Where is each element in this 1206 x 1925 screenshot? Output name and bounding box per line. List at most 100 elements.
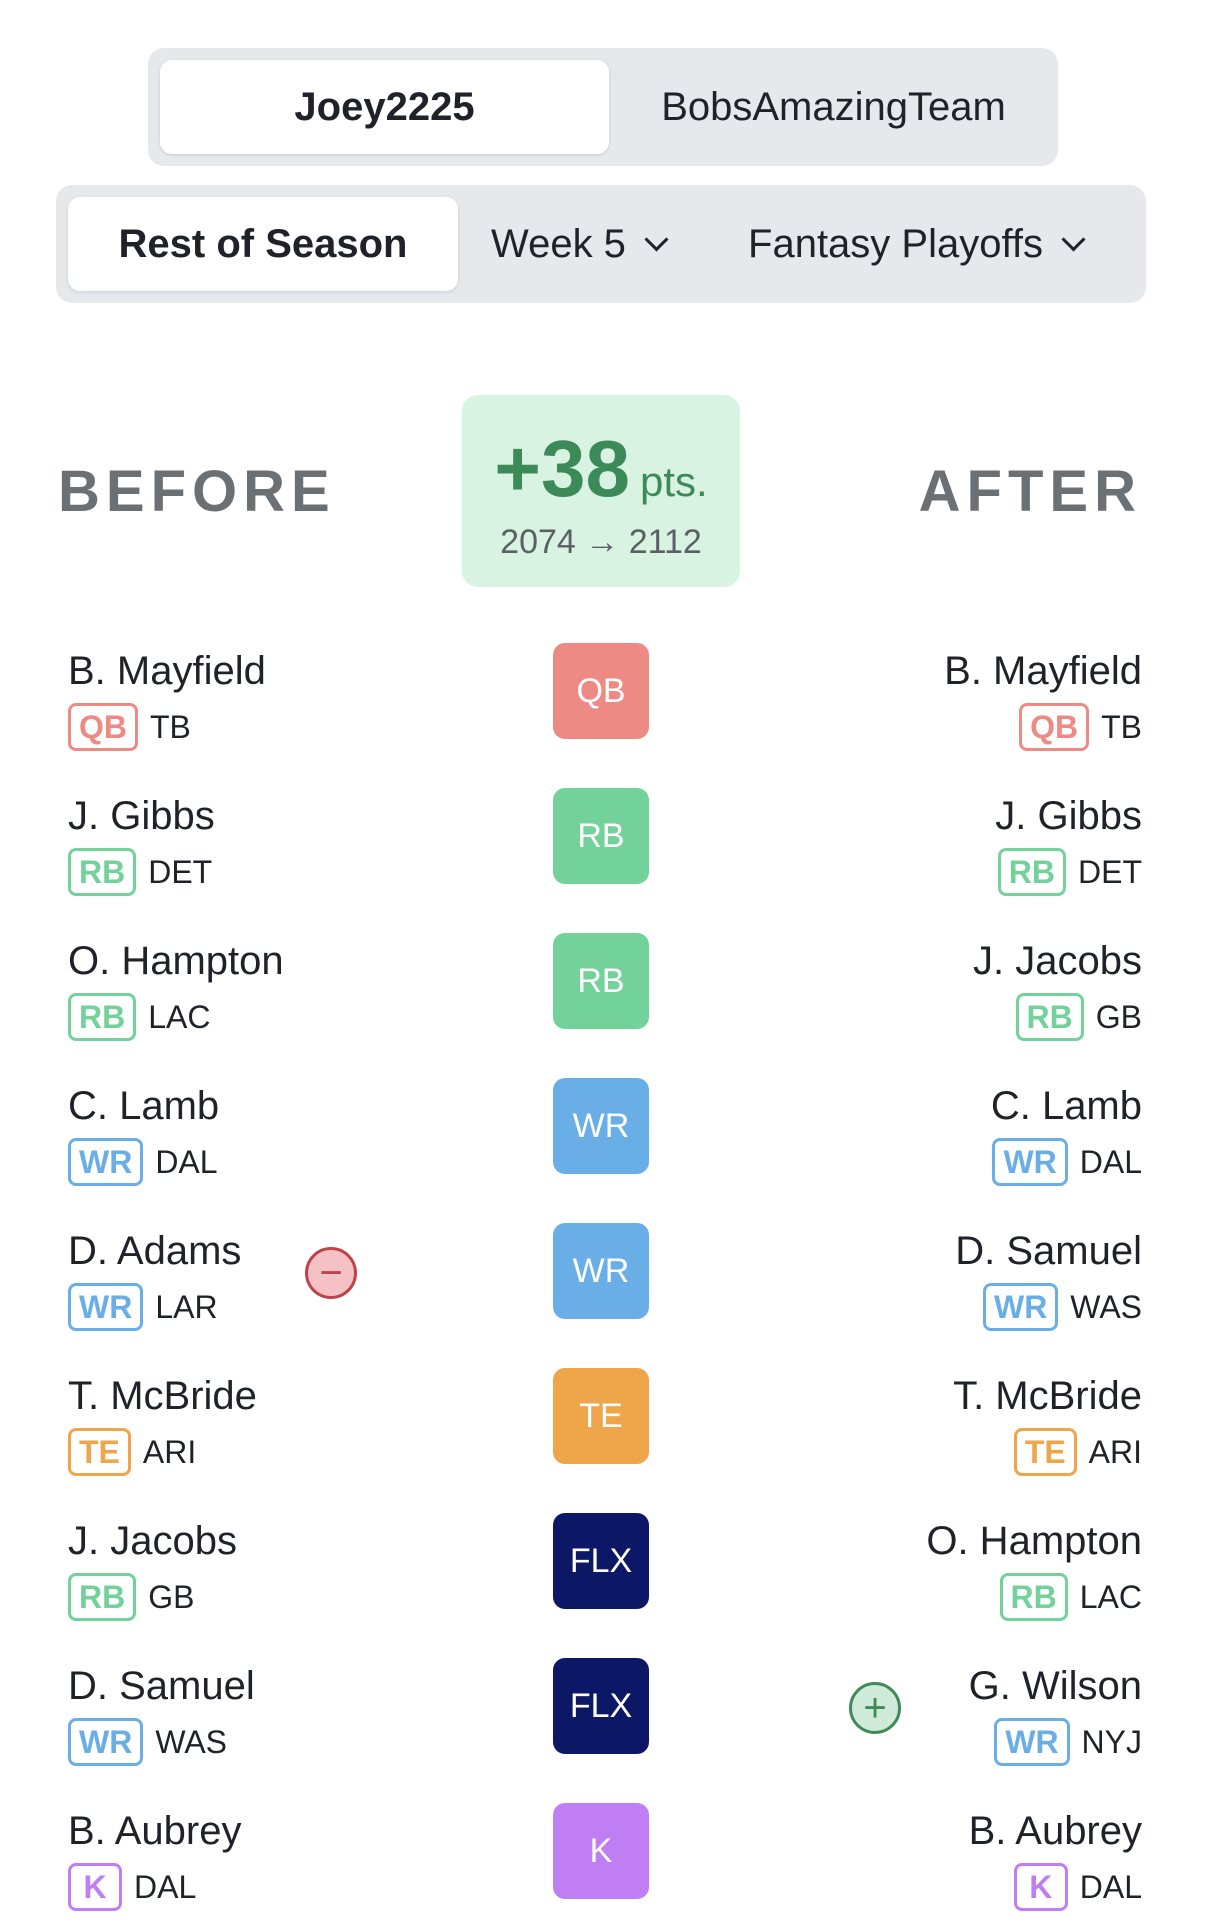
team-abbr: DAL xyxy=(155,1143,218,1180)
position-badge: WR xyxy=(982,1283,1059,1331)
position-badge: WR xyxy=(68,1138,144,1186)
player-name: B. Mayfield xyxy=(68,649,266,693)
team-abbr: DET xyxy=(148,853,213,890)
chevron-down-icon xyxy=(1061,226,1086,252)
player-name: G. Wilson xyxy=(968,1664,1142,1708)
before-player[interactable]: C. Lamb WR DAL xyxy=(68,1080,219,1186)
tab-rest-of-season[interactable]: Rest of Season xyxy=(68,197,458,291)
player-meta: TE ARI xyxy=(953,1428,1142,1476)
player-meta: RB GB xyxy=(68,1573,237,1621)
score-delta-line: +38 pts. xyxy=(462,423,740,515)
player-name: B. Mayfield xyxy=(944,649,1142,693)
plus-icon[interactable]: + xyxy=(849,1682,901,1734)
before-player[interactable]: B. Mayfield QB TB xyxy=(68,645,266,751)
score-delta: +38 xyxy=(494,424,630,513)
after-player[interactable]: O. Hampton RB LAC xyxy=(926,1515,1142,1621)
player-name: B. Aubrey xyxy=(68,1809,242,1853)
tab-week-dropdown[interactable]: Week 5 xyxy=(458,185,698,303)
slot-badge: WR xyxy=(553,1223,649,1319)
team-tab-joey2225[interactable]: Joey2225 xyxy=(160,60,609,154)
team-abbr: ARI xyxy=(142,1433,197,1470)
lineup-row: C. Lamb WR DAL C. Lamb WR DAL WR xyxy=(0,1078,1206,1200)
minus-icon[interactable]: − xyxy=(305,1247,357,1299)
after-player[interactable]: J. Gibbs RB DET xyxy=(995,790,1142,896)
lineup-row: D. Samuel WR WAS G. Wilson WR NYJ FLX + xyxy=(0,1658,1206,1780)
score-unit: pts. xyxy=(640,458,708,505)
player-name: C. Lamb xyxy=(68,1084,220,1128)
slot-badge: TE xyxy=(553,1368,649,1464)
position-badge: WR xyxy=(994,1718,1070,1766)
fantasy-playoffs-label: Fantasy Playoffs xyxy=(748,221,1043,266)
team-abbr: DAL xyxy=(134,1868,197,1905)
player-name: J. Jacobs xyxy=(973,939,1142,983)
slot-badge: K xyxy=(553,1803,649,1899)
player-meta: K DAL xyxy=(68,1863,241,1911)
team-abbr: WAS xyxy=(155,1723,228,1760)
after-player[interactable]: C. Lamb WR DAL xyxy=(991,1080,1142,1186)
player-name: T. McBride xyxy=(68,1374,257,1418)
slot-badge: RB xyxy=(553,788,649,884)
position-badge: RB xyxy=(997,848,1066,896)
player-meta: RB GB xyxy=(973,993,1142,1041)
after-player[interactable]: D. Samuel WR WAS xyxy=(955,1225,1142,1331)
before-player[interactable]: J. Jacobs RB GB xyxy=(68,1515,237,1621)
after-player[interactable]: B. Aubrey K DAL xyxy=(969,1805,1142,1911)
tab-fantasy-playoffs-dropdown[interactable]: Fantasy Playoffs xyxy=(698,185,1146,303)
before-player[interactable]: B. Aubrey K DAL xyxy=(68,1805,241,1911)
player-meta: K DAL xyxy=(969,1863,1142,1911)
slot-badge: FLX xyxy=(553,1658,649,1754)
team-abbr: GB xyxy=(1095,998,1142,1035)
after-heading: AFTER xyxy=(918,459,1142,524)
after-player[interactable]: T. McBride TE ARI xyxy=(953,1370,1142,1476)
team-abbr: WAS xyxy=(1070,1288,1142,1325)
before-player[interactable]: J. Gibbs RB DET xyxy=(68,790,215,896)
team-abbr: GB xyxy=(148,1578,195,1615)
week-label: Week 5 xyxy=(491,221,626,266)
team-abbr: DAL xyxy=(1079,1868,1142,1905)
position-badge: K xyxy=(68,1863,122,1911)
position-badge: RB xyxy=(1015,993,1084,1041)
player-meta: WR WAS xyxy=(955,1283,1142,1331)
chevron-down-icon xyxy=(644,226,669,252)
team-abbr: LAC xyxy=(1079,1578,1142,1615)
player-name: O. Hampton xyxy=(68,939,284,983)
position-badge: WR xyxy=(68,1718,144,1766)
team-abbr: NYJ xyxy=(1081,1723,1142,1760)
player-name: T. McBride xyxy=(953,1374,1142,1418)
player-meta: RB LAC xyxy=(68,993,284,1041)
lineup-row: B. Mayfield QB TB B. Mayfield QB TB QB xyxy=(0,643,1206,765)
position-badge: WR xyxy=(68,1283,144,1331)
slot-badge: RB xyxy=(553,933,649,1029)
team-selector: Joey2225 BobsAmazingTeam xyxy=(148,48,1058,166)
lineup-row: T. McBride TE ARI T. McBride TE ARI TE xyxy=(0,1368,1206,1490)
team-abbr: TB xyxy=(150,708,191,745)
player-name: D. Adams xyxy=(68,1229,242,1273)
player-name: J. Gibbs xyxy=(995,794,1142,838)
position-badge: QB xyxy=(1019,703,1090,751)
position-badge: TE xyxy=(1013,1428,1077,1476)
before-player[interactable]: D. Adams WR LAR xyxy=(68,1225,241,1331)
position-badge: WR xyxy=(992,1138,1068,1186)
player-meta: WR DAL xyxy=(68,1138,219,1186)
before-player[interactable]: D. Samuel WR WAS xyxy=(68,1660,255,1766)
after-player[interactable]: B. Mayfield QB TB xyxy=(944,645,1142,751)
position-badge: QB xyxy=(68,703,138,751)
player-meta: WR NYJ xyxy=(969,1718,1142,1766)
after-player[interactable]: J. Jacobs RB GB xyxy=(973,935,1142,1041)
team-tab-bobsamazingteam[interactable]: BobsAmazingTeam xyxy=(609,48,1058,166)
after-player[interactable]: G. Wilson WR NYJ xyxy=(969,1660,1142,1766)
before-player[interactable]: O. Hampton RB LAC xyxy=(68,935,284,1041)
team-abbr: LAR xyxy=(155,1288,218,1325)
slot-badge: WR xyxy=(553,1078,649,1174)
position-badge: RB xyxy=(68,1573,137,1621)
lineup-row: B. Aubrey K DAL B. Aubrey K DAL K xyxy=(0,1803,1206,1925)
lineup-row: J. Jacobs RB GB O. Hampton RB LAC FLX xyxy=(0,1513,1206,1635)
before-player[interactable]: T. McBride TE ARI xyxy=(68,1370,257,1476)
player-name: D. Samuel xyxy=(955,1229,1142,1273)
player-meta: WR LAR xyxy=(68,1283,241,1331)
position-badge: TE xyxy=(68,1428,131,1476)
player-name: D. Samuel xyxy=(68,1664,255,1708)
player-name: J. Gibbs xyxy=(68,794,215,838)
player-name: O. Hampton xyxy=(926,1519,1142,1563)
player-meta: QB TB xyxy=(68,703,266,751)
